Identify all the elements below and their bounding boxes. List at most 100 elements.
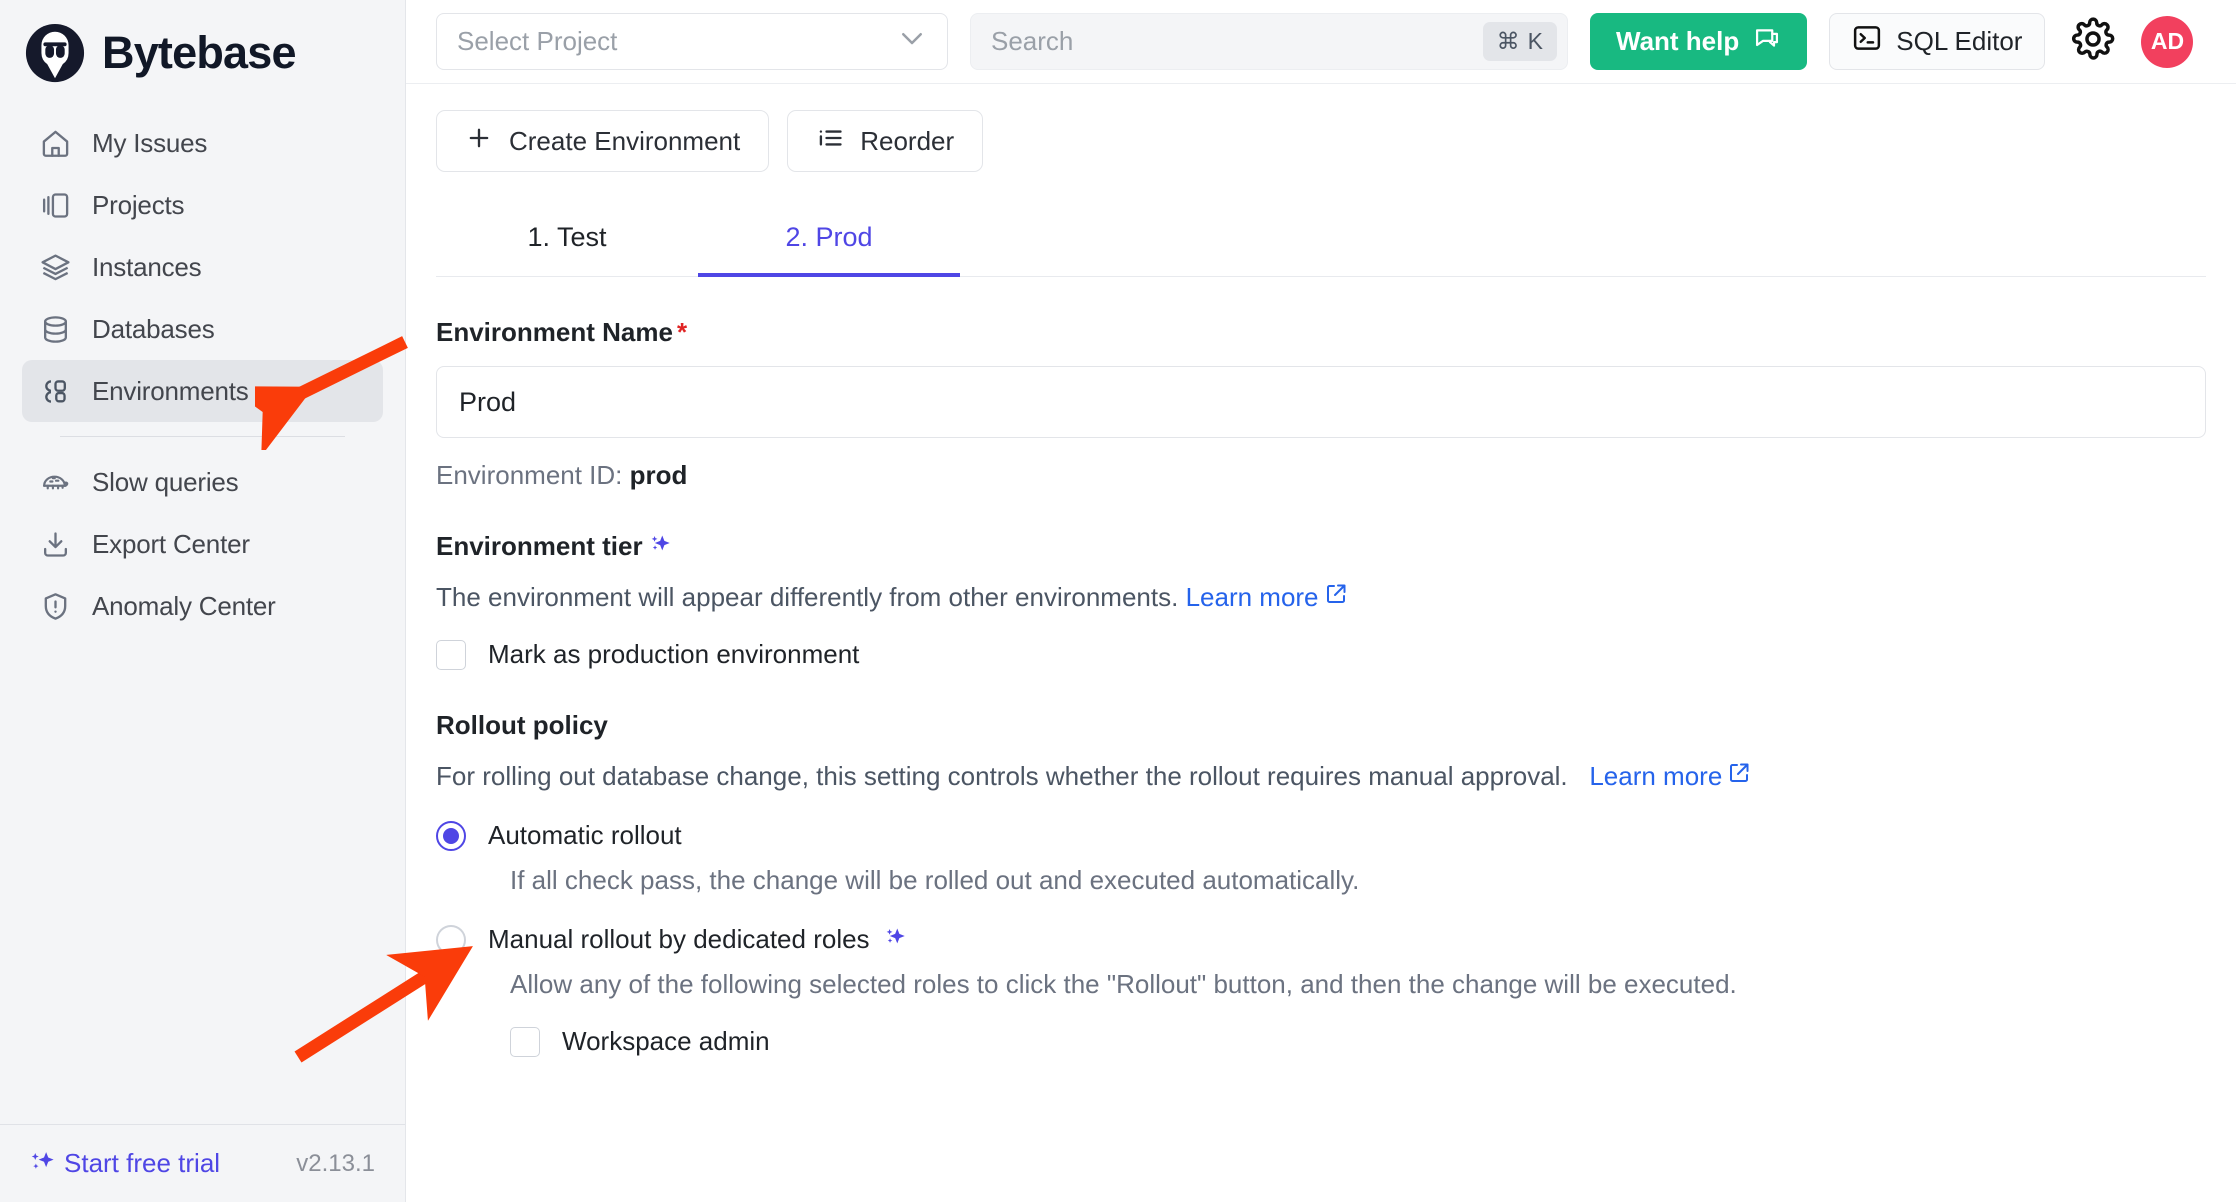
- speech-bubble-icon: [1753, 24, 1781, 59]
- environment-tier-learn-more-link[interactable]: Learn more: [1186, 582, 1348, 613]
- environment-tier-section: Environment tier The environment will ap…: [436, 531, 2206, 670]
- shield-alert-icon: [38, 589, 72, 623]
- mark-production-label: Mark as production environment: [488, 639, 860, 669]
- reorder-button[interactable]: Reorder: [787, 110, 984, 172]
- home-icon: [38, 126, 72, 160]
- gear-icon: [2071, 17, 2115, 66]
- avatar-initials: AD: [2150, 28, 2185, 54]
- sidebar-item-slow-queries[interactable]: Slow queries: [22, 451, 383, 513]
- environment-id-prefix: Environment ID:: [436, 460, 623, 490]
- trial-label: Start free trial: [64, 1148, 221, 1178]
- rollout-policy-description: For rolling out database change, this se…: [436, 761, 2206, 792]
- workspace-admin-row[interactable]: Workspace admin: [510, 1026, 2206, 1057]
- environment-tier-description: The environment will appear differently …: [436, 582, 2206, 613]
- environment-id-value: prod: [629, 460, 688, 490]
- turtle-icon: [38, 465, 72, 499]
- sidebar-item-label: Databases: [92, 313, 215, 344]
- brand-logo[interactable]: Bytebase: [0, 0, 405, 106]
- rollout-policy-learn-more-link[interactable]: Learn more: [1589, 761, 1751, 792]
- environment-form: Environment Name * Environment ID: prod …: [406, 277, 2236, 1057]
- sidebar-nav-primary: My Issues Projects Instances Databases E…: [0, 106, 405, 637]
- projects-icon: [38, 188, 72, 222]
- search-placeholder: Search: [991, 26, 1074, 56]
- shortcut-key: K: [1527, 28, 1543, 54]
- environment-name-input[interactable]: [436, 366, 2206, 438]
- environment-name-label-text: Environment Name: [436, 317, 673, 347]
- rollout-policy-title: Rollout policy: [436, 710, 608, 740]
- automatic-rollout-row[interactable]: Automatic rollout: [436, 820, 2206, 851]
- list-ordered-icon: [816, 124, 844, 159]
- terminal-icon: [1852, 23, 1882, 60]
- sparkle-icon: [645, 532, 675, 562]
- manual-rollout-label: Manual rollout by dedicated roles: [488, 924, 910, 955]
- action-toolbar: Create Environment Reorder: [406, 84, 2236, 172]
- environment-name-label: Environment Name *: [436, 317, 2206, 348]
- environments-icon: [38, 374, 72, 408]
- sidebar-item-projects[interactable]: Projects: [22, 174, 383, 236]
- bytebase-logo-icon: [24, 22, 86, 84]
- automatic-rollout-description: If all check pass, the change will be ro…: [510, 865, 1360, 895]
- manual-rollout-radio[interactable]: [436, 924, 466, 955]
- start-free-trial-button[interactable]: Start free trial: [28, 1148, 220, 1179]
- sidebar-divider: [60, 436, 345, 437]
- layers-icon: [38, 250, 72, 284]
- sidebar-item-export-center[interactable]: Export Center: [22, 513, 383, 575]
- create-environment-label: Create Environment: [509, 125, 741, 156]
- reorder-label: Reorder: [860, 125, 955, 156]
- automatic-rollout-radio[interactable]: [436, 820, 466, 851]
- sidebar-item-databases[interactable]: Databases: [22, 298, 383, 360]
- manual-rollout-row[interactable]: Manual rollout by dedicated roles: [436, 924, 2206, 955]
- search-shortcut-badge: ⌘ K: [1482, 22, 1557, 61]
- tab-test[interactable]: 1. Test: [436, 208, 698, 277]
- sidebar-item-label: Slow queries: [92, 466, 239, 497]
- app-root: Bytebase My Issues Projects Instances Da…: [0, 0, 2236, 1202]
- download-icon: [38, 527, 72, 561]
- sidebar-item-label: My Issues: [92, 127, 208, 158]
- sidebar-item-label: Environments: [92, 375, 249, 406]
- topbar: Select Project Search ⌘ K Want help SQL …: [406, 0, 2236, 84]
- sidebar-item-my-issues[interactable]: My Issues: [22, 112, 383, 174]
- project-select-placeholder: Select Project: [457, 26, 618, 56]
- database-icon: [38, 312, 72, 346]
- rollout-policy-section: Rollout policy For rolling out database …: [436, 710, 2206, 1057]
- want-help-label: Want help: [1616, 26, 1740, 56]
- version-label: v2.13.1: [296, 1149, 375, 1177]
- learn-more-label: Learn more: [1589, 761, 1723, 791]
- sidebar-item-environments[interactable]: Environments: [22, 360, 383, 422]
- sidebar-footer: Start free trial v2.13.1: [0, 1124, 405, 1202]
- workspace-admin-label: Workspace admin: [562, 1026, 770, 1056]
- manual-rollout-label-text: Manual rollout by dedicated roles: [488, 924, 870, 954]
- brand-name: Bytebase: [102, 27, 297, 78]
- shortcut-cmd: ⌘: [1496, 28, 1520, 54]
- manual-rollout-description: Allow any of the following selected role…: [510, 969, 1737, 999]
- environment-tier-title: Environment tier: [436, 531, 2206, 562]
- automatic-rollout-label: Automatic rollout: [488, 820, 682, 850]
- want-help-button[interactable]: Want help: [1590, 13, 1808, 70]
- mark-production-checkbox[interactable]: [436, 639, 466, 670]
- sidebar-item-instances[interactable]: Instances: [22, 236, 383, 298]
- project-select-dropdown[interactable]: Select Project: [436, 13, 948, 70]
- workspace-admin-checkbox[interactable]: [510, 1026, 540, 1057]
- environment-tier-title-text: Environment tier: [436, 531, 643, 561]
- sql-editor-label: SQL Editor: [1896, 26, 2023, 56]
- sidebar-item-label: Instances: [92, 251, 202, 282]
- settings-button[interactable]: [2067, 16, 2119, 68]
- learn-more-label: Learn more: [1185, 582, 1319, 612]
- tab-prod[interactable]: 2. Prod: [698, 208, 960, 277]
- sidebar-item-anomaly-center[interactable]: Anomaly Center: [22, 575, 383, 637]
- sidebar: Bytebase My Issues Projects Instances Da…: [0, 0, 408, 1202]
- plus-icon: [465, 124, 493, 159]
- sidebar-item-label: Anomaly Center: [92, 590, 276, 621]
- environment-id-note: Environment ID: prod: [436, 460, 2206, 491]
- mark-production-row[interactable]: Mark as production environment: [436, 639, 2206, 670]
- sql-editor-button[interactable]: SQL Editor: [1829, 13, 2046, 70]
- user-avatar[interactable]: AD: [2141, 15, 2194, 68]
- required-asterisk: *: [676, 317, 688, 347]
- external-link-icon: [1727, 761, 1751, 792]
- environment-tabs: 1. Test 2. Prod: [436, 208, 2206, 277]
- create-environment-button[interactable]: Create Environment: [436, 110, 770, 172]
- search-input[interactable]: Search ⌘ K: [970, 13, 1568, 70]
- external-link-icon: [1324, 582, 1348, 613]
- rollout-policy-description-text: For rolling out database change, this se…: [436, 761, 1568, 791]
- chevron-down-icon: [897, 23, 927, 60]
